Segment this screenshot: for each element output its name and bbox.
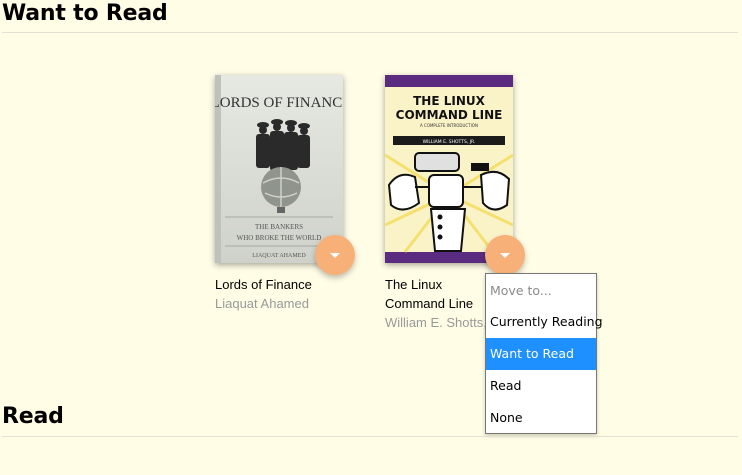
lords-of-finance-cover-art: LORDS OF FINANCE THE BANKERS WHO BROKE T…	[215, 75, 343, 263]
svg-text:THE BANKERS: THE BANKERS	[255, 223, 303, 231]
menu-option-want-to-read[interactable]: Want to Read	[486, 338, 596, 370]
menu-option-currently-reading[interactable]: Currently Reading	[486, 306, 603, 338]
chevron-down-icon	[500, 252, 510, 258]
svg-text:WILLIAM E. SHOTTS, JR.: WILLIAM E. SHOTTS, JR.	[423, 139, 476, 145]
shelf-divider	[2, 436, 738, 437]
book-cover[interactable]: LORDS OF FINANCE THE BANKERS WHO BROKE T…	[215, 75, 343, 263]
book-cover[interactable]: THE LINUX COMMAND LINE A COMPLETE INTROD…	[385, 75, 513, 263]
linux-command-line-cover-art: THE LINUX COMMAND LINE A COMPLETE INTROD…	[385, 75, 513, 263]
shelf-changer-button[interactable]	[485, 235, 525, 275]
chevron-down-icon	[330, 252, 340, 258]
shelf-changer-menu[interactable]: Move to... Currently Reading Want to Rea…	[485, 273, 603, 434]
shelf-title-want-to-read: Want to Read	[2, 1, 168, 26]
menu-option-none[interactable]: None	[486, 402, 596, 434]
book-author: Liaquat Ahamed	[215, 296, 309, 311]
book-title: Lords of Finance	[215, 277, 312, 292]
menu-option-move-to: Move to...	[490, 283, 552, 298]
svg-text:WHO BROKE THE WORLD: WHO BROKE THE WORLD	[237, 234, 322, 242]
shelf-changer-button[interactable]	[315, 235, 355, 275]
shelf-title-read: Read	[2, 404, 64, 429]
svg-text:COMMAND LINE: COMMAND LINE	[396, 108, 503, 122]
svg-text:A COMPLETE INTRODUCTION: A COMPLETE INTRODUCTION	[420, 123, 478, 128]
svg-text:LIAQUAT AHAMED: LIAQUAT AHAMED	[252, 253, 306, 259]
svg-text:LORDS OF FINANCE: LORDS OF FINANCE	[215, 95, 343, 111]
menu-option-read[interactable]: Read	[486, 370, 596, 402]
shelf-divider	[2, 32, 738, 33]
svg-text:THE LINUX: THE LINUX	[413, 94, 486, 108]
